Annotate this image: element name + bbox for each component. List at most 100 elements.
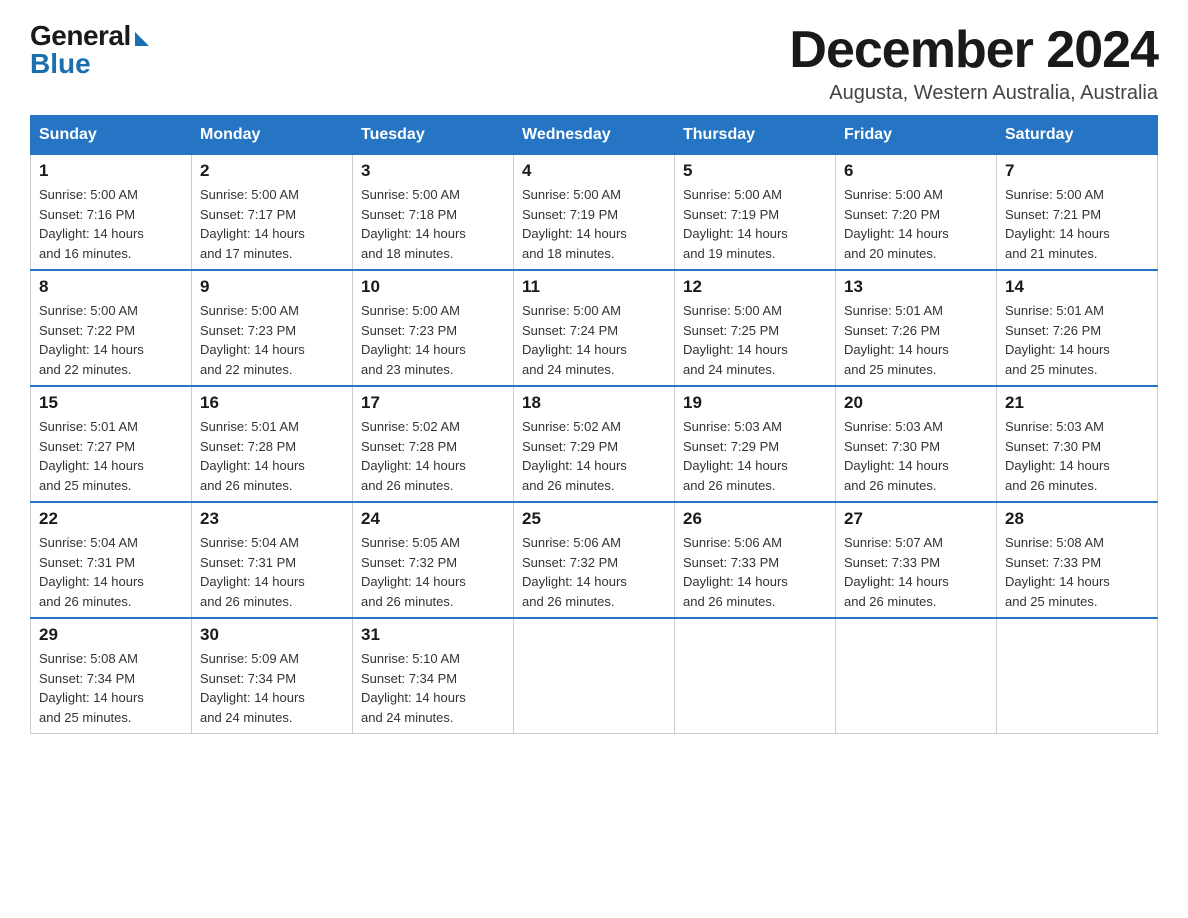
table-row (675, 618, 836, 734)
day-info: Sunrise: 5:00 AMSunset: 7:16 PMDaylight:… (39, 185, 183, 263)
day-info: Sunrise: 5:07 AMSunset: 7:33 PMDaylight:… (844, 533, 988, 611)
table-row: 20Sunrise: 5:03 AMSunset: 7:30 PMDayligh… (836, 386, 997, 502)
day-info: Sunrise: 5:00 AMSunset: 7:18 PMDaylight:… (361, 185, 505, 263)
day-number: 20 (844, 393, 988, 413)
day-number: 25 (522, 509, 666, 529)
table-row: 1 Sunrise: 5:00 AMSunset: 7:16 PMDaylight… (31, 155, 192, 271)
header-friday: Friday (836, 116, 997, 155)
day-info: Sunrise: 5:10 AMSunset: 7:34 PMDaylight:… (361, 649, 505, 727)
day-number: 27 (844, 509, 988, 529)
calendar-header-row: Sunday Monday Tuesday Wednesday Thursday… (31, 116, 1158, 155)
table-row (836, 618, 997, 734)
calendar-week-row: 22 Sunrise: 5:04 AMSunset: 7:31 PMDayligh… (31, 502, 1158, 618)
day-info: Sunrise: 5:00 AMSunset: 7:17 PMDaylight:… (200, 185, 344, 263)
page-subtitle: Augusta, Western Australia, Australia (789, 82, 1158, 105)
table-row: 15 Sunrise: 5:01 AMSunset: 7:27 PMDayligh… (31, 386, 192, 502)
day-info: Sunrise: 5:01 AMSunset: 7:28 PMDaylight:… (200, 417, 344, 495)
table-row: 11 Sunrise: 5:00 AMSunset: 7:24 PMDayligh… (514, 270, 675, 386)
day-info: Sunrise: 5:09 AMSunset: 7:34 PMDaylight:… (200, 649, 344, 727)
table-row: 31 Sunrise: 5:10 AMSunset: 7:34 PMDayligh… (353, 618, 514, 734)
day-info: Sunrise: 5:08 AMSunset: 7:33 PMDaylight:… (1005, 533, 1149, 611)
day-number: 26 (683, 509, 827, 529)
table-row: 8 Sunrise: 5:00 AMSunset: 7:22 PMDaylight… (31, 270, 192, 386)
day-number: 5 (683, 161, 827, 181)
table-row: 21Sunrise: 5:03 AMSunset: 7:30 PMDayligh… (997, 386, 1158, 502)
title-block: December 2024 Augusta, Western Australia… (789, 20, 1158, 105)
page-title: December 2024 (789, 20, 1158, 80)
calendar-table: Sunday Monday Tuesday Wednesday Thursday… (30, 115, 1158, 734)
day-info: Sunrise: 5:05 AMSunset: 7:32 PMDaylight:… (361, 533, 505, 611)
day-number: 15 (39, 393, 183, 413)
day-info: Sunrise: 5:00 AMSunset: 7:23 PMDaylight:… (200, 301, 344, 379)
table-row: 6Sunrise: 5:00 AMSunset: 7:20 PMDaylight… (836, 155, 997, 271)
table-row: 9 Sunrise: 5:00 AMSunset: 7:23 PMDaylight… (192, 270, 353, 386)
table-row (997, 618, 1158, 734)
header-thursday: Thursday (675, 116, 836, 155)
day-info: Sunrise: 5:04 AMSunset: 7:31 PMDaylight:… (39, 533, 183, 611)
day-info: Sunrise: 5:01 AMSunset: 7:26 PMDaylight:… (844, 301, 988, 379)
header-monday: Monday (192, 116, 353, 155)
day-number: 24 (361, 509, 505, 529)
day-number: 10 (361, 277, 505, 297)
calendar-week-row: 8 Sunrise: 5:00 AMSunset: 7:22 PMDaylight… (31, 270, 1158, 386)
day-number: 8 (39, 277, 183, 297)
table-row: 28 Sunrise: 5:08 AMSunset: 7:33 PMDayligh… (997, 502, 1158, 618)
day-number: 12 (683, 277, 827, 297)
table-row: 18 Sunrise: 5:02 AMSunset: 7:29 PMDayligh… (514, 386, 675, 502)
table-row: 5 Sunrise: 5:00 AMSunset: 7:19 PMDaylight… (675, 155, 836, 271)
day-number: 6 (844, 161, 988, 181)
table-row: 16 Sunrise: 5:01 AMSunset: 7:28 PMDayligh… (192, 386, 353, 502)
day-number: 17 (361, 393, 505, 413)
day-number: 22 (39, 509, 183, 529)
table-row: 30 Sunrise: 5:09 AMSunset: 7:34 PMDayligh… (192, 618, 353, 734)
day-number: 28 (1005, 509, 1149, 529)
day-number: 21 (1005, 393, 1149, 413)
day-number: 16 (200, 393, 344, 413)
day-number: 14 (1005, 277, 1149, 297)
table-row: 23Sunrise: 5:04 AMSunset: 7:31 PMDayligh… (192, 502, 353, 618)
day-number: 30 (200, 625, 344, 645)
day-info: Sunrise: 5:06 AMSunset: 7:33 PMDaylight:… (683, 533, 827, 611)
table-row: 10 Sunrise: 5:00 AMSunset: 7:23 PMDayligh… (353, 270, 514, 386)
day-number: 13 (844, 277, 988, 297)
day-number: 3 (361, 161, 505, 181)
day-info: Sunrise: 5:00 AMSunset: 7:21 PMDaylight:… (1005, 185, 1149, 263)
header-tuesday: Tuesday (353, 116, 514, 155)
day-info: Sunrise: 5:03 AMSunset: 7:29 PMDaylight:… (683, 417, 827, 495)
table-row: 22 Sunrise: 5:04 AMSunset: 7:31 PMDayligh… (31, 502, 192, 618)
header-wednesday: Wednesday (514, 116, 675, 155)
day-number: 4 (522, 161, 666, 181)
table-row: 12 Sunrise: 5:00 AMSunset: 7:25 PMDayligh… (675, 270, 836, 386)
day-info: Sunrise: 5:06 AMSunset: 7:32 PMDaylight:… (522, 533, 666, 611)
day-number: 1 (39, 161, 183, 181)
day-number: 31 (361, 625, 505, 645)
table-row: 29Sunrise: 5:08 AMSunset: 7:34 PMDayligh… (31, 618, 192, 734)
table-row: 24 Sunrise: 5:05 AMSunset: 7:32 PMDayligh… (353, 502, 514, 618)
table-row: 13 Sunrise: 5:01 AMSunset: 7:26 PMDayligh… (836, 270, 997, 386)
day-info: Sunrise: 5:01 AMSunset: 7:27 PMDaylight:… (39, 417, 183, 495)
table-row: 4Sunrise: 5:00 AMSunset: 7:19 PMDaylight… (514, 155, 675, 271)
day-info: Sunrise: 5:00 AMSunset: 7:22 PMDaylight:… (39, 301, 183, 379)
day-number: 11 (522, 277, 666, 297)
day-info: Sunrise: 5:02 AMSunset: 7:28 PMDaylight:… (361, 417, 505, 495)
day-number: 7 (1005, 161, 1149, 181)
table-row: 26 Sunrise: 5:06 AMSunset: 7:33 PMDayligh… (675, 502, 836, 618)
table-row: 14Sunrise: 5:01 AMSunset: 7:26 PMDayligh… (997, 270, 1158, 386)
header-sunday: Sunday (31, 116, 192, 155)
day-info: Sunrise: 5:00 AMSunset: 7:24 PMDaylight:… (522, 301, 666, 379)
day-number: 18 (522, 393, 666, 413)
table-row: 7 Sunrise: 5:00 AMSunset: 7:21 PMDaylight… (997, 155, 1158, 271)
day-info: Sunrise: 5:00 AMSunset: 7:25 PMDaylight:… (683, 301, 827, 379)
day-info: Sunrise: 5:00 AMSunset: 7:23 PMDaylight:… (361, 301, 505, 379)
day-number: 19 (683, 393, 827, 413)
day-number: 9 (200, 277, 344, 297)
day-info: Sunrise: 5:02 AMSunset: 7:29 PMDaylight:… (522, 417, 666, 495)
table-row (514, 618, 675, 734)
calendar-week-row: 1 Sunrise: 5:00 AMSunset: 7:16 PMDaylight… (31, 155, 1158, 271)
logo: General Blue (30, 20, 149, 80)
header-saturday: Saturday (997, 116, 1158, 155)
day-number: 23 (200, 509, 344, 529)
table-row: 25 Sunrise: 5:06 AMSunset: 7:32 PMDayligh… (514, 502, 675, 618)
day-info: Sunrise: 5:00 AMSunset: 7:19 PMDaylight:… (683, 185, 827, 263)
table-row: 3 Sunrise: 5:00 AMSunset: 7:18 PMDaylight… (353, 155, 514, 271)
